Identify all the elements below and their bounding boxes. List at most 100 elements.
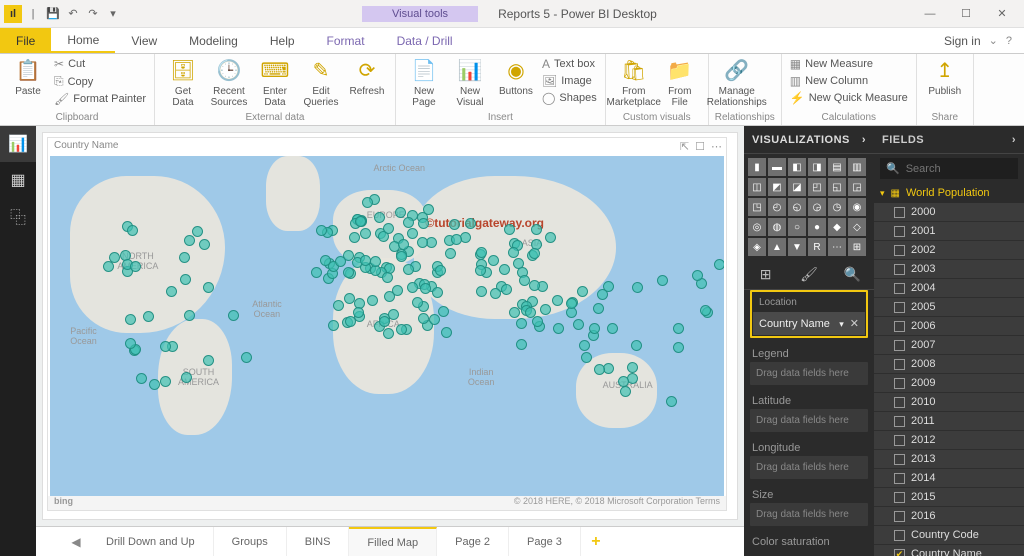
map-data-point[interactable] <box>388 309 399 320</box>
get-data-button[interactable]: 🗄Get Data <box>161 56 205 108</box>
page-tab[interactable]: Groups <box>214 527 287 556</box>
map-data-point[interactable] <box>525 307 536 318</box>
recent-sources-button[interactable]: 🕒Recent Sources <box>207 56 251 108</box>
map-data-point[interactable] <box>179 252 190 263</box>
map-data-point[interactable] <box>429 314 440 325</box>
field-item[interactable]: 2008 <box>874 355 1024 374</box>
tab-help[interactable]: Help <box>254 28 311 53</box>
field-item[interactable]: 2009 <box>874 374 1024 393</box>
map-data-point[interactable] <box>618 376 629 387</box>
map-data-point[interactable] <box>349 232 360 243</box>
help-icon[interactable]: ? <box>1006 35 1012 47</box>
field-item[interactable]: 2004 <box>874 279 1024 298</box>
viz-type-icon[interactable]: ⊞ <box>848 238 866 256</box>
map-data-point[interactable] <box>355 216 366 227</box>
map-data-point[interactable] <box>184 310 195 321</box>
map-data-point[interactable] <box>476 247 487 258</box>
map-data-point[interactable] <box>184 235 195 246</box>
viz-type-icon[interactable]: ◪ <box>788 178 806 196</box>
viz-type-icon[interactable]: ◍ <box>768 218 786 236</box>
buttons-button[interactable]: ◉Buttons <box>494 56 538 97</box>
map-data-point[interactable] <box>573 319 584 330</box>
viz-type-icon[interactable]: ◷ <box>828 198 846 216</box>
edit-queries-button[interactable]: ✎Edit Queries <box>299 56 343 108</box>
map-data-point[interactable] <box>360 228 371 239</box>
cut-button[interactable]: ✂Cut <box>52 56 148 72</box>
field-checkbox[interactable] <box>894 530 905 541</box>
map-data-point[interactable] <box>392 285 403 296</box>
viz-type-icon[interactable]: ▼ <box>788 238 806 256</box>
viz-type-icon[interactable]: ◨ <box>808 158 826 176</box>
map-data-point[interactable] <box>395 207 406 218</box>
new-visual-button[interactable]: 📊New Visual <box>448 56 492 108</box>
map-data-point[interactable] <box>438 306 449 317</box>
viz-type-icon[interactable]: ◲ <box>848 178 866 196</box>
map-data-point[interactable] <box>435 265 446 276</box>
map-data-point[interactable] <box>403 264 414 275</box>
map-data-point[interactable] <box>714 259 724 270</box>
field-item[interactable]: 2003 <box>874 260 1024 279</box>
viz-type-icon[interactable]: ◆ <box>828 218 846 236</box>
field-checkbox[interactable] <box>894 397 905 408</box>
field-checkbox[interactable] <box>894 511 905 522</box>
copy-button[interactable]: ⎘Copy <box>52 73 148 90</box>
map-data-point[interactable] <box>666 396 677 407</box>
add-page-button[interactable]: + <box>581 527 611 556</box>
map-data-point[interactable] <box>577 286 588 297</box>
map-data-point[interactable] <box>383 328 394 339</box>
format-tab-icon[interactable]: 🖌 <box>798 266 820 283</box>
map-data-point[interactable] <box>504 224 515 235</box>
fields-search[interactable]: 🔍 <box>880 158 1018 179</box>
data-view-icon[interactable]: ▦ <box>0 162 36 198</box>
latitude-well[interactable]: Drag data fields here <box>750 409 868 432</box>
field-item[interactable]: 2007 <box>874 336 1024 355</box>
from-file-button[interactable]: 📁From File <box>658 56 702 108</box>
longitude-well[interactable]: Drag data fields here <box>750 456 868 479</box>
viz-type-icon[interactable]: ⋯ <box>828 238 846 256</box>
sign-in-link[interactable]: Sign in <box>944 34 981 48</box>
map-data-point[interactable] <box>476 286 487 297</box>
map-data-point[interactable] <box>475 265 486 276</box>
format-painter-button[interactable]: 🖌Format Painter <box>52 91 148 107</box>
undo-icon[interactable]: ↶ <box>64 5 82 23</box>
fields-tab-icon[interactable]: ⊞ <box>755 266 777 283</box>
map-data-point[interactable] <box>143 311 154 322</box>
map-data-point[interactable] <box>692 270 703 281</box>
field-checkbox[interactable] <box>894 473 905 484</box>
map-data-point[interactable] <box>103 261 114 272</box>
qat-dropdown[interactable]: ▾ <box>104 5 122 23</box>
field-item[interactable]: 2014 <box>874 469 1024 488</box>
tab-modeling[interactable]: Modeling <box>173 28 254 53</box>
field-checkbox[interactable] <box>894 378 905 389</box>
map-data-point[interactable] <box>501 284 512 295</box>
viz-type-icon[interactable]: ◧ <box>788 158 806 176</box>
paste-button[interactable]: 📋Paste <box>6 56 50 97</box>
text-box-button[interactable]: AText box <box>540 56 599 72</box>
size-well[interactable]: Drag data fields here <box>750 503 868 526</box>
map-data-point[interactable] <box>545 232 556 243</box>
map-data-point[interactable] <box>353 307 364 318</box>
map-data-point[interactable] <box>311 267 322 278</box>
viz-type-icon[interactable]: ◴ <box>768 198 786 216</box>
map-data-point[interactable] <box>593 303 604 314</box>
field-checkbox[interactable] <box>894 283 905 294</box>
field-item[interactable]: Country Code <box>874 526 1024 545</box>
more-icon[interactable]: ⋯ <box>711 140 722 153</box>
drill-icon[interactable]: ⇱ <box>680 140 689 153</box>
tab-file[interactable]: File <box>0 28 51 53</box>
maximize-button[interactable]: ☐ <box>948 2 984 26</box>
map-data-point[interactable] <box>166 286 177 297</box>
chip-dropdown-icon[interactable]: ▾ <box>839 319 844 329</box>
map-data-point[interactable] <box>673 323 684 334</box>
viz-type-icon[interactable]: ▲ <box>768 238 786 256</box>
field-item[interactable]: Country Name <box>874 545 1024 556</box>
map-data-point[interactable] <box>631 340 642 351</box>
field-checkbox[interactable] <box>894 321 905 332</box>
map-data-point[interactable] <box>367 295 378 306</box>
field-item[interactable]: 2012 <box>874 431 1024 450</box>
image-button[interactable]: 🖼Image <box>540 73 599 89</box>
field-item[interactable]: 2016 <box>874 507 1024 526</box>
viz-type-icon[interactable]: ▥ <box>848 158 866 176</box>
map-data-point[interactable] <box>199 239 210 250</box>
field-item[interactable]: 2000 <box>874 203 1024 222</box>
